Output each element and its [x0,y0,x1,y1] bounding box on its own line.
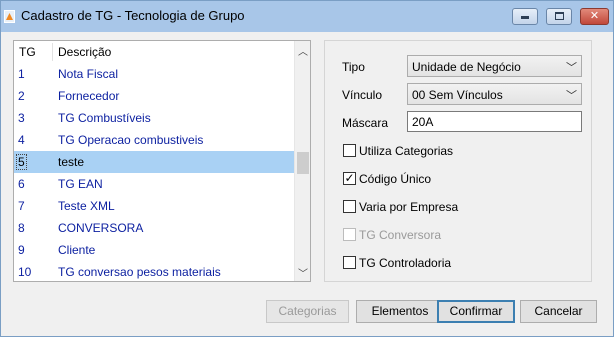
app-icon[interactable] [4,10,15,23]
confirmar-button[interactable]: Confirmar [437,300,515,323]
chevron-down-icon: ﹀ [566,62,577,74]
table-row[interactable]: 10 TG conversao pesos materiais [14,261,294,283]
chevron-down-icon: ﹀ [566,90,577,102]
cancelar-button[interactable]: Cancelar [520,300,597,323]
table-row[interactable]: 3 TG Combustíveis [14,107,294,129]
vinculo-label: Vínculo [342,88,383,102]
descricao-cell: TG Operacao combustiveis [58,133,204,147]
list-header: TG Descrição [14,41,294,63]
tg-cell: 1 [18,67,25,81]
codigo-unico-label: Código Único [359,172,432,186]
dialog-window: Cadastro de TG - Tecnologia de Grupo ✕ T… [0,0,614,337]
tg-cell: 5 [16,154,27,170]
tg-cell: 2 [18,89,25,103]
descricao-cell: TG Combustíveis [58,111,151,125]
minimize-icon [521,16,529,19]
scroll-up-icon[interactable]: ︿ [295,43,311,58]
tg-cell: 3 [18,111,25,125]
table-row[interactable]: 1 Nota Fiscal [14,63,294,85]
mascara-input[interactable] [407,111,582,132]
descricao-cell: TG conversao pesos materiais [58,265,221,279]
details-panel: Tipo Unidade de Negócio ﹀ Vínculo 00 Sem… [324,40,592,282]
tg-conversora-label: TG Conversora [359,228,442,242]
checkbox-box[interactable] [343,144,356,157]
descricao-cell: Nota Fiscal [58,67,119,81]
column-header-tg[interactable]: TG [19,45,36,59]
table-row[interactable]: 8 CONVERSORA [14,217,294,239]
minimize-button[interactable] [512,8,538,25]
checkbox-box [343,228,356,241]
vinculo-select[interactable]: 00 Sem Vínculos ﹀ [407,83,582,105]
table-row[interactable]: 2 Fornecedor [14,85,294,107]
checkmark-icon[interactable]: ✓ [343,172,356,185]
tg-cell: 4 [18,133,25,147]
descricao-cell: Cliente [58,243,96,257]
descricao-cell: Fornecedor [58,89,120,103]
tg-cell: 10 [18,265,32,279]
tg-cell: 8 [18,221,25,235]
table-row[interactable]: 7 Teste XML [14,195,294,217]
tipo-label: Tipo [342,60,365,74]
scroll-down-icon[interactable]: ﹀ [295,265,311,280]
checkbox-box[interactable] [343,256,356,269]
mascara-label: Máscara [342,116,389,130]
title-bar[interactable]: Cadastro de TG - Tecnologia de Grupo ✕ [1,1,613,32]
descricao-cell: Teste XML [58,199,115,213]
close-icon: ✕ [589,10,600,22]
tg-cell: 7 [18,199,25,213]
elementos-button[interactable]: Elementos [356,300,444,323]
table-row[interactable]: 9 Cliente [14,239,294,261]
table-row[interactable]: 4 TG Operacao combustiveis [14,129,294,151]
varia-por-empresa-label: Varia por Empresa [359,200,459,214]
tg-list[interactable]: TG Descrição 1 Nota Fiscal 2 Fornecedor 3 TG … [13,40,311,282]
vinculo-value: 00 Sem Vínculos [412,88,503,102]
window-title: Cadastro de TG - Tecnologia de Grupo [21,8,245,23]
table-row[interactable]: 6 TG EAN [14,173,294,195]
descricao-cell: teste [58,155,85,169]
tg-controladoria-label: TG Controladoria [359,256,452,270]
close-button[interactable]: ✕ [580,8,609,25]
descricao-cell: CONVERSORA [58,221,144,235]
tg-cell: 9 [18,243,25,257]
column-separator[interactable] [52,43,53,61]
table-row[interactable]: 5 teste [14,151,294,173]
tipo-value: Unidade de Negócio [412,60,521,74]
checkbox-box[interactable] [343,200,356,213]
descricao-cell: TG EAN [58,177,103,191]
tipo-select[interactable]: Unidade de Negócio ﹀ [407,55,582,77]
vertical-scrollbar[interactable]: ︿ ﹀ [294,41,310,281]
column-header-descricao[interactable]: Descrição [58,45,111,59]
utiliza-categorias-label: Utiliza Categorias [359,144,454,158]
maximize-button[interactable] [546,8,572,25]
maximize-icon [554,12,564,20]
scroll-thumb[interactable] [297,152,309,174]
categorias-button[interactable]: Categorias [266,300,349,323]
list-rows: 1 Nota Fiscal 2 Fornecedor 3 TG Combustíveis 4… [14,63,294,283]
tg-cell: 6 [18,177,25,191]
